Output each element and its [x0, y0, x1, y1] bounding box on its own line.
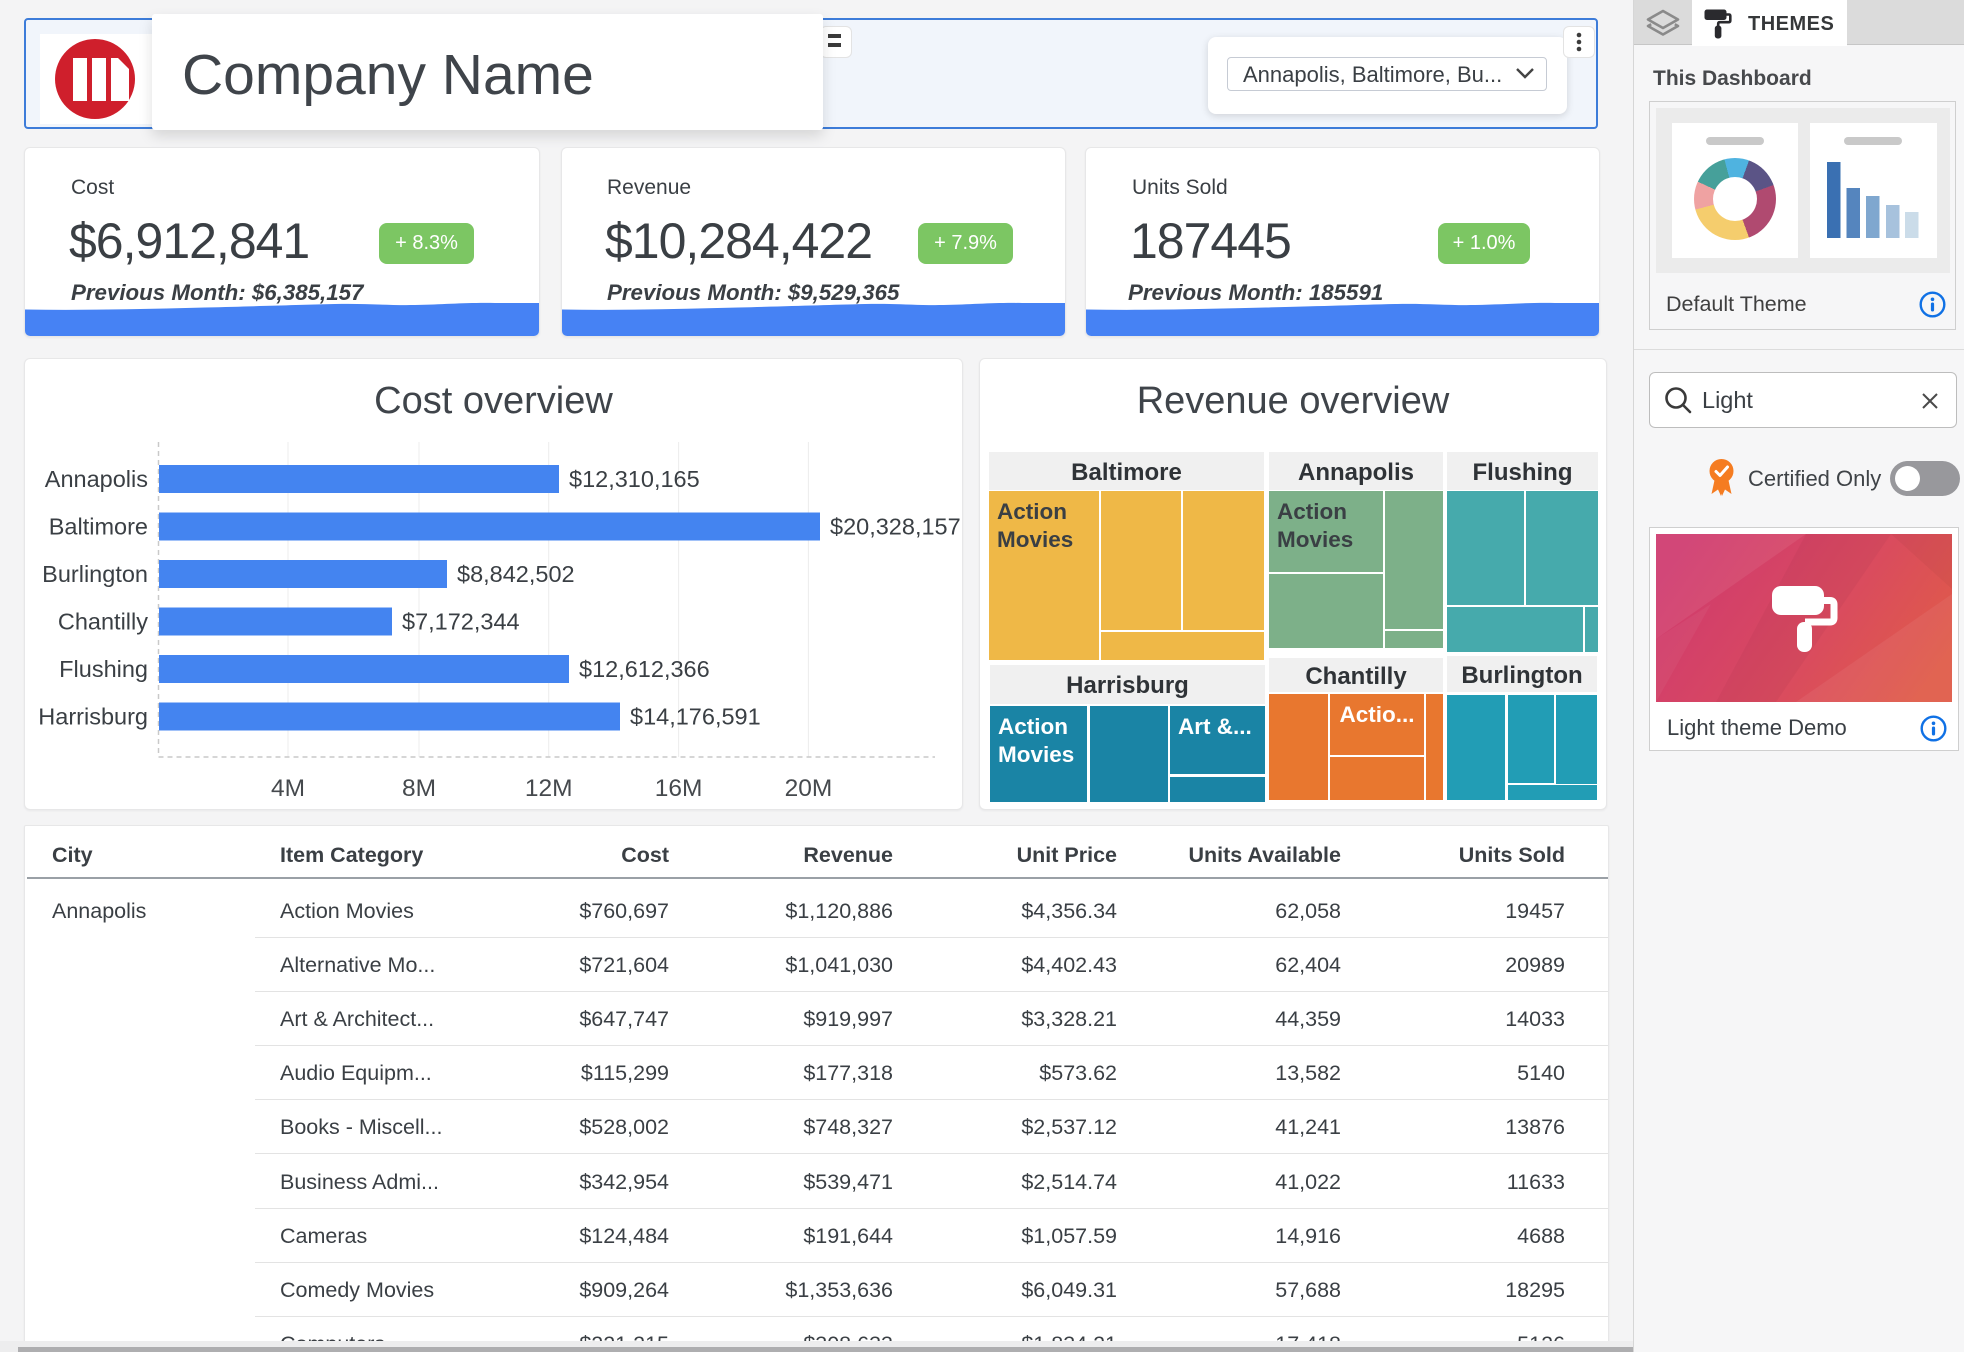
svg-text:$8,842,502: $8,842,502: [457, 561, 575, 587]
svg-text:$14,176,591: $14,176,591: [630, 704, 761, 730]
svg-text:16M: 16M: [655, 775, 703, 802]
svg-text:Burlington: Burlington: [42, 561, 148, 587]
svg-text:Flushing: Flushing: [59, 656, 148, 682]
svg-text:Annapolis: Annapolis: [45, 466, 148, 492]
svg-text:$12,310,165: $12,310,165: [569, 466, 700, 492]
svg-text:Chantilly: Chantilly: [58, 609, 148, 635]
svg-text:$12,612,366: $12,612,366: [579, 656, 710, 682]
svg-text:4M: 4M: [271, 775, 305, 802]
svg-text:Harrisburg: Harrisburg: [38, 704, 148, 730]
svg-text:$20,328,157: $20,328,157: [830, 514, 961, 540]
svg-text:$7,172,344: $7,172,344: [402, 609, 520, 635]
svg-text:8M: 8M: [402, 775, 436, 802]
svg-text:20M: 20M: [785, 775, 833, 802]
svg-text:12M: 12M: [525, 775, 573, 802]
svg-text:Baltimore: Baltimore: [49, 514, 148, 540]
